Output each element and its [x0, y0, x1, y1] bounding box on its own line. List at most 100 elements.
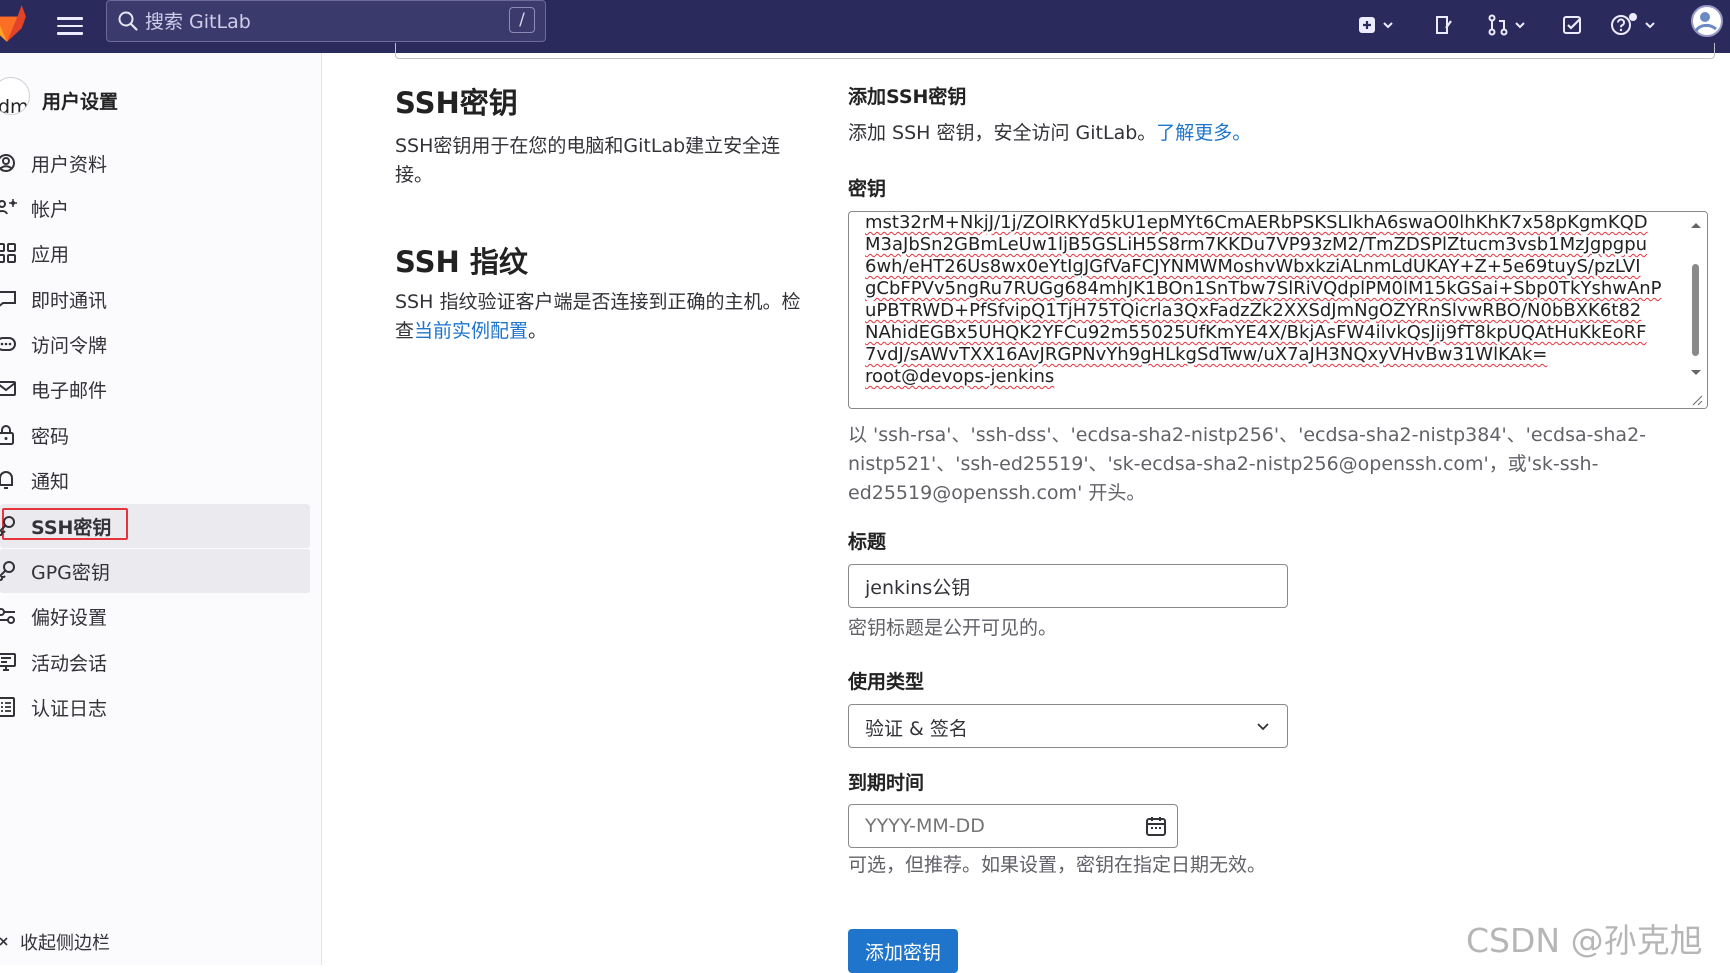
search-shortcut-badge: / [509, 7, 535, 33]
monitor-icon [0, 653, 16, 671]
search-input[interactable] [143, 7, 487, 37]
search-box[interactable]: / [106, 0, 546, 42]
collapse-sidebar-label: 收起侧边栏 [20, 933, 110, 954]
sidebar-item-label: 即时通讯 [31, 289, 108, 312]
key-textarea[interactable]: mst32rM+NkjJ/1j/ZOlRKYd5kU1epMYt6CmAERbP… [848, 211, 1708, 409]
fingerprint-heading: SSH 指纹 [395, 245, 528, 279]
usage-type-value: 验证 & 签名 [865, 718, 968, 740]
sidebar-item-emails[interactable]: 电子邮件 [0, 367, 310, 411]
title-label: 标题 [848, 531, 887, 553]
sidebar-item-gpg-keys[interactable]: GPG密钥 [0, 549, 310, 593]
applications-icon [0, 243, 16, 263]
comment-icon [0, 291, 16, 307]
chevron-down-icon [1257, 723, 1269, 731]
chevron-down-icon [1515, 22, 1525, 29]
expiry-help-text: 可选，但推荐。如果设置，密钥在指定日期无效。 [848, 854, 1267, 876]
sidebar-item-label: 应用 [31, 243, 70, 266]
account-icon [0, 199, 17, 215]
bell-icon [0, 471, 13, 489]
user-avatar-icon [1691, 5, 1723, 37]
plus-square-icon [1359, 17, 1375, 33]
help-icon [1611, 13, 1637, 35]
key-icon [0, 516, 15, 536]
sidebar-item-label: SSH密钥 [31, 516, 112, 539]
user-circle-icon [0, 154, 15, 172]
add-ssh-key-intro: 添加 SSH 密钥，安全访问 GitLab。了解更多。 [848, 119, 1251, 148]
add-key-button[interactable]: 添加密钥 [848, 929, 958, 973]
close-icon [0, 937, 8, 946]
sidebar-item-applications[interactable]: 应用 [0, 231, 310, 275]
user-menu[interactable] [1690, 5, 1724, 37]
issues-button[interactable] [1433, 10, 1455, 40]
key-line: uPBTRWD+PfSfvipQ1TjH75TQicrla3QxFadzZk2X… [865, 300, 1642, 321]
fingerprint-description: SSH 指纹验证客户端是否连接到正确的主机。检查当前实例配置。 [395, 288, 805, 346]
title-help-text: 密钥标题是公开可见的。 [848, 617, 1058, 639]
sidebar-title: 用户设置 [42, 91, 119, 113]
instance-configuration-link[interactable]: 当前实例配置 [414, 320, 528, 342]
title-input[interactable] [848, 564, 1288, 608]
scrollbar-thumb[interactable] [1692, 264, 1699, 356]
search-icon [118, 11, 138, 31]
sidebar-item-ssh-keys[interactable]: SSH密钥 [0, 504, 310, 548]
ssh-keys-description: SSH密钥用于在您的电脑和GitLab建立安全连接。 [395, 135, 781, 186]
intro-text: 添加 SSH 密钥，安全访问 GitLab。 [848, 122, 1157, 144]
sidebar-item-label: 活动会话 [31, 652, 108, 675]
sidebar-item-notifications[interactable]: 通知 [0, 458, 310, 502]
sidebar-item-label: 访问令牌 [31, 334, 108, 357]
gitlab-logo-icon[interactable] [0, 4, 28, 44]
sidebar-item-profile[interactable]: 用户资料 [0, 141, 310, 185]
key-icon [0, 561, 15, 581]
scroll-down-arrow-icon [1691, 370, 1701, 375]
issues-icon [1436, 16, 1452, 34]
lock-icon [0, 425, 14, 445]
sidebar-item-auth-log[interactable]: 认证日志 [0, 685, 310, 729]
page-title: SSH密钥 [395, 86, 518, 120]
usage-type-label: 使用类型 [848, 671, 925, 693]
key-line: M3aJbSn2GBmLeUw1ljB5GSLiH5S8rm7KKDu7VP93… [865, 234, 1648, 255]
todos-button[interactable] [1562, 10, 1584, 40]
help-dropdown[interactable] [1609, 10, 1661, 40]
learn-more-link[interactable]: 了解更多。 [1156, 122, 1251, 144]
textarea-scrollbar[interactable] [1685, 212, 1707, 408]
key-line: mst32rM+NkjJ/1j/ZOlRKYd5kU1epMYt6CmAERbP… [865, 212, 1648, 233]
settings-sidebar: dm 用户设置 用户资料 帐户 应用 即时通讯 访问令牌 电子邮件 密码 通知 … [0, 53, 322, 965]
usage-type-select[interactable]: 验证 & 签名 [848, 704, 1288, 748]
scroll-up-arrow-icon [1691, 223, 1701, 228]
key-help-text: 以 'ssh-rsa'、'ssh-dss'、'ecdsa-sha2-nistp2… [848, 424, 1647, 504]
expiry-date-input[interactable] [848, 804, 1178, 848]
sidebar-item-label: GPG密钥 [31, 561, 110, 584]
merge-request-icon [1488, 14, 1508, 36]
main-content: SSH密钥 SSH密钥用于在您的电脑和GitLab建立安全连接。 SSH 指纹 … [322, 43, 1730, 973]
sidebar-item-access-tokens[interactable]: 访问令牌 [0, 322, 310, 366]
resize-handle-icon[interactable] [1690, 393, 1704, 407]
log-icon [0, 697, 15, 717]
expiry-label: 到期时间 [848, 772, 925, 794]
sidebar-item-account[interactable]: 帐户 [0, 186, 310, 230]
key-textarea-content: mst32rM+NkjJ/1j/ZOlRKYd5kU1epMYt6CmAERbP… [865, 212, 1685, 388]
sidebar-item-label: 用户资料 [31, 153, 108, 176]
preferences-icon [0, 608, 15, 624]
sidebar-item-label: 认证日志 [31, 697, 108, 720]
calendar-icon[interactable] [1145, 815, 1167, 837]
sidebar-item-preferences[interactable]: 偏好设置 [0, 594, 310, 638]
key-line: 6wh/eHT26Us8wx0eYtIgJGfVaFCJYNMWMoshvWbx… [865, 256, 1641, 277]
sidebar-item-password[interactable]: 密码 [0, 413, 310, 457]
sidebar-item-chat[interactable]: 即时通讯 [0, 277, 310, 321]
todo-checkbox-icon [1563, 16, 1581, 34]
token-icon [0, 337, 16, 351]
sidebar-header[interactable]: dm 用户设置 [0, 67, 320, 115]
watermark: CSDN @孙克旭 [1466, 921, 1703, 960]
key-label: 密钥 [848, 178, 887, 200]
key-line: root@devops-jenkins [865, 366, 1055, 387]
sidebar-item-active-sessions[interactable]: 活动会话 [0, 640, 310, 684]
add-ssh-key-heading: 添加SSH密钥 [848, 86, 967, 108]
sidebar-item-label: 通知 [31, 470, 70, 493]
merge-requests-dropdown[interactable] [1487, 10, 1531, 40]
menu-hamburger-icon[interactable] [57, 12, 83, 40]
avatar: dm [0, 77, 30, 115]
key-line: NAhidEGBx5UHQK2YFCu92m55025UfKmYE4X/BkjA… [865, 322, 1647, 343]
mail-icon [0, 381, 16, 396]
create-new-dropdown[interactable] [1357, 10, 1399, 40]
chevron-down-icon [1383, 22, 1393, 29]
sidebar-item-label: 偏好设置 [31, 606, 108, 629]
